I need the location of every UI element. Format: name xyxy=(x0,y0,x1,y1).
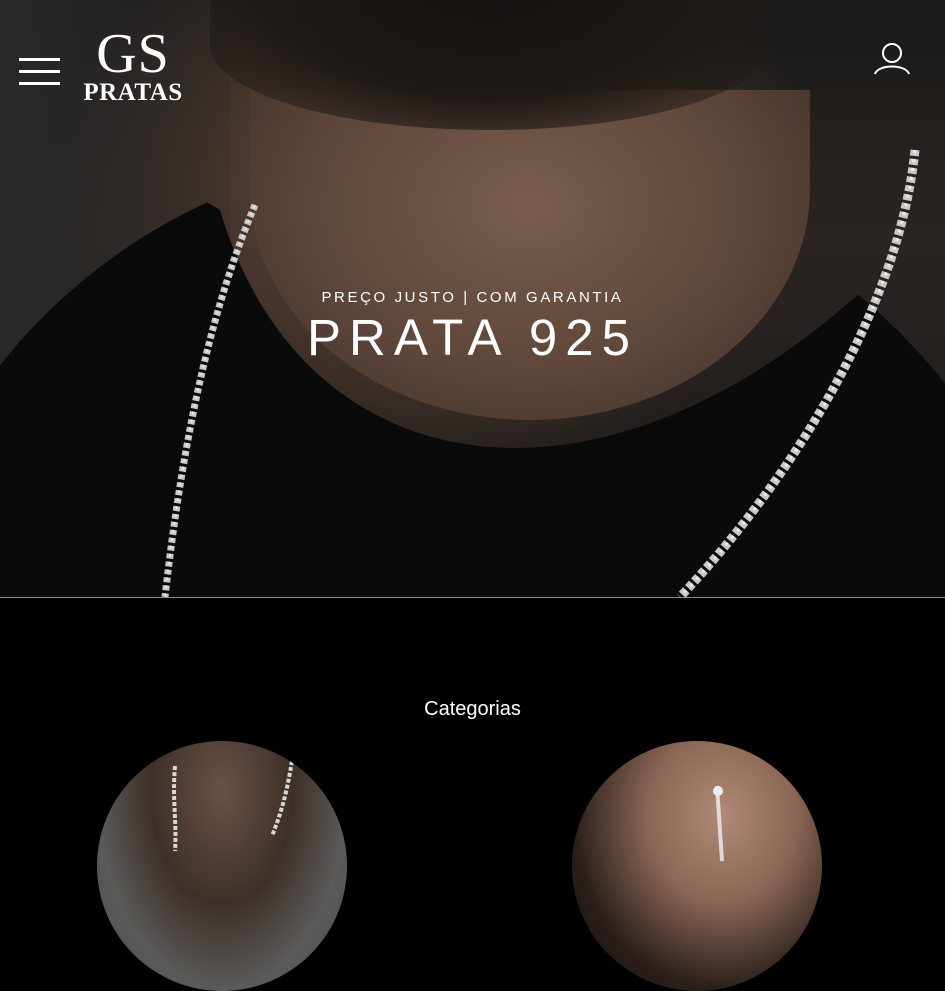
category-image-earring xyxy=(713,785,724,862)
hero-headline: PRATA 925 xyxy=(307,309,638,366)
category-card-earrings[interactable] xyxy=(572,741,822,991)
menu-button[interactable] xyxy=(19,58,61,86)
category-card-chains[interactable] xyxy=(97,741,347,991)
categories-title: Categorias xyxy=(424,698,521,720)
logo-wordmark: PRATAS xyxy=(83,79,183,106)
hero-banner: GS PRATAS PREÇO JUSTO | COM GARANTIA PRA… xyxy=(0,0,945,597)
logo-monogram: GS xyxy=(96,23,170,85)
hero-text: PREÇO JUSTO | COM GARANTIA PRATA 925 xyxy=(0,288,945,366)
site-logo[interactable]: GS PRATAS xyxy=(80,23,186,106)
hero-divider xyxy=(0,597,945,598)
hamburger-menu-icon xyxy=(19,58,60,61)
user-account-icon xyxy=(874,43,910,75)
hamburger-menu-icon-bar xyxy=(19,82,60,85)
account-button[interactable] xyxy=(872,40,912,80)
hamburger-menu-icon-bar xyxy=(19,70,60,73)
hero-tagline: PREÇO JUSTO | COM GARANTIA xyxy=(321,289,624,306)
category-image-chain xyxy=(172,760,294,852)
